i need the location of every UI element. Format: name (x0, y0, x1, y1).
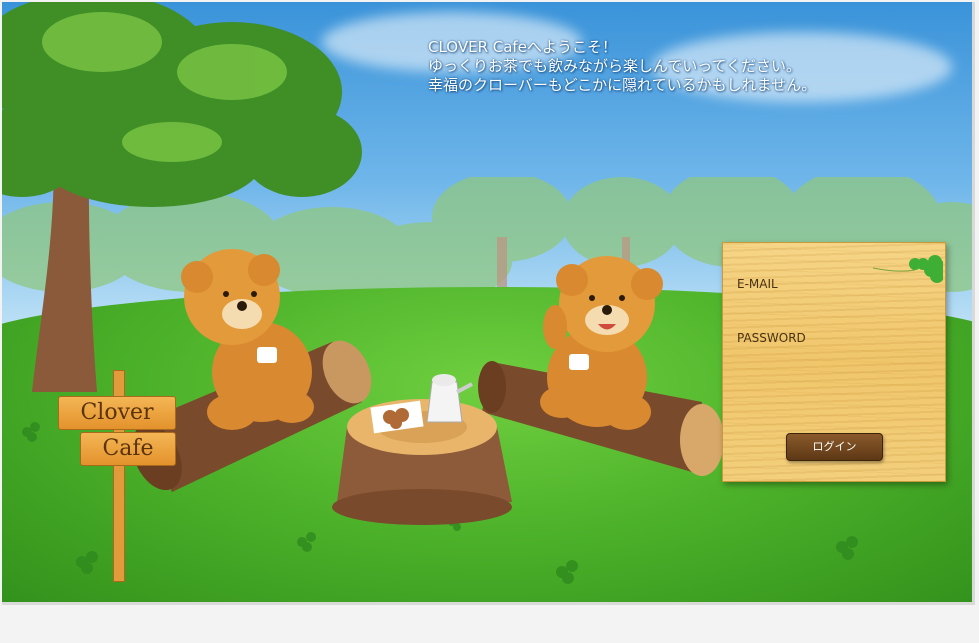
scene: Clover Cafe CLOVER Cafeへようこそ！ ゆっくりお茶でも飲み… (2, 2, 975, 605)
sign-board-bottom: Cafe (80, 432, 176, 466)
page-frame: Clover Cafe CLOVER Cafeへようこそ！ ゆっくりお茶でも飲み… (0, 0, 979, 643)
password-label: PASSWORD (737, 331, 806, 345)
welcome-line-3: 幸福のクローバーもどこかに隠れているかもしれません。 (428, 76, 817, 94)
sign-board-top: Clover (58, 396, 176, 430)
four-leaf-clover-icon (873, 255, 943, 283)
right-bear (540, 256, 663, 430)
welcome-line-1: CLOVER Cafeへようこそ！ (428, 38, 617, 56)
welcome-message: CLOVER Cafeへようこそ！ ゆっくりお茶でも飲みながら楽しんでいってくだ… (428, 38, 816, 95)
welcome-line-2: ゆっくりお茶でも飲みながら楽しんでいってください。 (428, 57, 802, 75)
password-input[interactable] (737, 349, 933, 373)
clover-cafe-sign: Clover Cafe (58, 370, 178, 582)
left-bear (181, 249, 314, 430)
email-input[interactable] (737, 295, 933, 319)
email-label: E-MAIL (737, 277, 778, 291)
login-button[interactable]: ログイン (786, 433, 883, 461)
login-panel: E-MAIL PASSWORD ログイン (722, 242, 946, 482)
